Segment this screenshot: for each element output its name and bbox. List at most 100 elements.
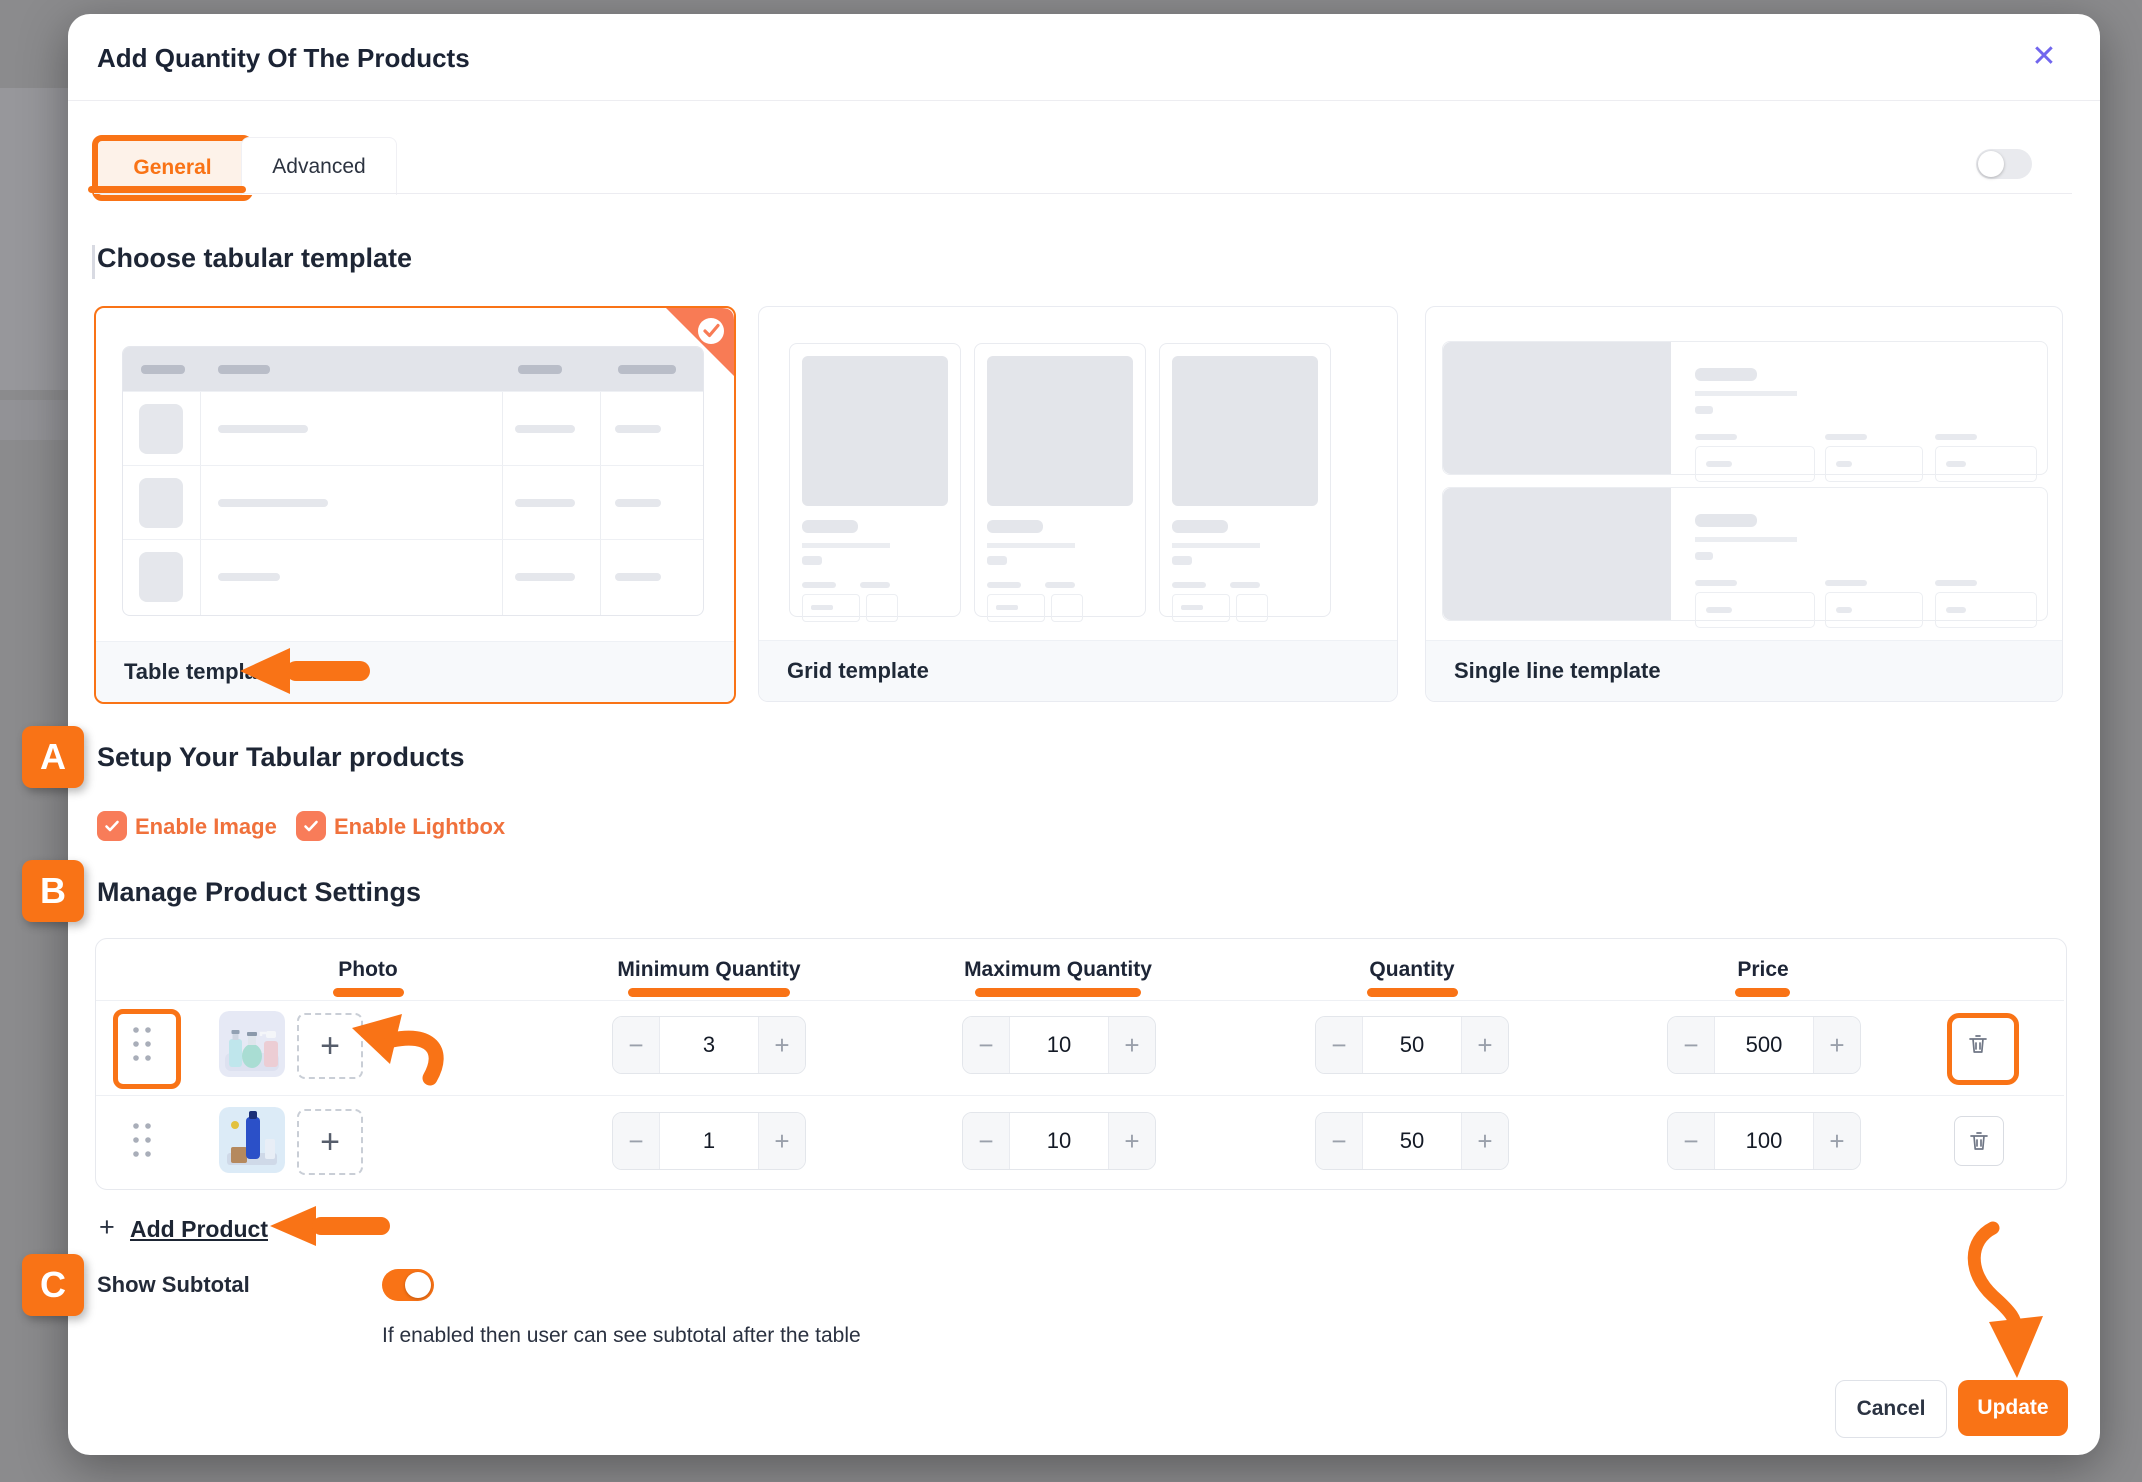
show-subtotal-label: Show Subtotal [97,1272,250,1298]
modal-title: Add Quantity Of The Products [97,43,470,74]
skeleton-bar [802,556,822,565]
stepper-plus-button[interactable]: + [1461,1017,1508,1073]
skeleton-bar [1695,434,1737,440]
update-button[interactable]: Update [1958,1380,2068,1436]
skeleton-bar [1695,514,1757,527]
annotation-underline-min-quantity [628,988,790,997]
stepper-value[interactable]: 50 [1363,1017,1461,1073]
check-icon [102,816,122,836]
product-image[interactable] [219,1011,285,1077]
skeleton-bar [218,573,280,581]
skeleton-row [123,539,703,614]
stepper-value[interactable]: 3 [660,1017,758,1073]
add-quantity-modal: Add Quantity Of The Products ✕ General A… [68,14,2100,1455]
skeleton-input [1825,592,1923,628]
skeleton-bar [1946,607,1966,613]
stepper-minus-button[interactable]: − [1316,1113,1363,1169]
skeleton-bar [1706,461,1732,467]
stepper-value[interactable]: 100 [1715,1113,1813,1169]
stepper-plus-button[interactable]: + [1813,1113,1860,1169]
annotation-badge-b: B [22,860,84,922]
skeleton-bar [1935,434,1977,440]
drag-handle-icon[interactable] [129,1121,155,1159]
template-card-single-line[interactable]: Single line template [1425,306,2063,702]
enable-image-label[interactable]: Enable Image [135,814,277,840]
add-product-plus-icon[interactable]: + [99,1212,115,1243]
stepper-plus-button[interactable]: + [758,1017,805,1073]
show-subtotal-toggle[interactable] [382,1269,434,1301]
stepper-plus-button[interactable]: + [1813,1017,1860,1073]
template-card-grid[interactable]: Grid template [758,306,1398,702]
min-quantity-stepper: − 3 + [612,1016,806,1074]
active-tab-underline [88,186,246,193]
delete-row-button[interactable] [1954,1020,2002,1068]
stepper-plus-button[interactable]: + [1108,1113,1155,1169]
stepper-value[interactable]: 50 [1363,1113,1461,1169]
skeleton-bar [1695,552,1713,560]
max-quantity-stepper: − 10 + [962,1016,1156,1074]
drag-handle-icon[interactable] [129,1025,155,1063]
stepper-plus-button[interactable]: + [1108,1017,1155,1073]
table-header-divider [96,1000,2064,1001]
cancel-button[interactable]: Cancel [1835,1380,1947,1438]
stepper-minus-button[interactable]: − [613,1113,660,1169]
skeleton-bar [802,582,836,588]
skeleton-row [123,465,703,540]
grid-preview-card [1159,343,1331,617]
skeleton-bar [987,582,1021,588]
annotation-underline-photo [333,988,404,997]
stepper-plus-button[interactable]: + [758,1113,805,1169]
add-product-link[interactable]: Add Product [130,1216,268,1243]
stepper-value[interactable]: 10 [1010,1017,1108,1073]
skeleton-bar [1172,556,1192,565]
skeleton-bar [615,425,661,433]
annotation-badge-c: C [22,1254,84,1316]
skeleton-bar [1695,406,1713,414]
skeleton-bar [1836,607,1852,613]
annotation-badge-a: A [22,726,84,788]
tab-advanced[interactable]: Advanced [241,137,397,195]
close-icon[interactable]: ✕ [2024,36,2064,76]
skeleton-bar [1825,434,1867,440]
table-template-preview [122,346,704,616]
stepper-value[interactable]: 1 [660,1113,758,1169]
stepper-minus-button[interactable]: − [613,1017,660,1073]
tab-general[interactable]: General [133,156,211,180]
template-card-table[interactable]: Table template [94,306,736,704]
annotation-arrow-add-photo [348,1012,463,1087]
skeleton-bar [1935,580,1977,586]
stepper-plus-button[interactable]: + [1461,1113,1508,1169]
product-image[interactable] [219,1107,285,1173]
stepper-minus-button[interactable]: − [1668,1017,1715,1073]
stepper-value[interactable]: 10 [1010,1113,1108,1169]
grid-preview-card [789,343,961,617]
annotation-arrow-update [1955,1220,2050,1382]
column-header-quantity: Quantity [1369,958,1454,982]
skeleton-bar [987,520,1043,533]
skeleton-bar [1836,461,1852,467]
delete-row-button[interactable] [1954,1116,2004,1166]
skeleton-bar [218,499,328,507]
stepper-minus-button[interactable]: − [1316,1017,1363,1073]
enable-lightbox-label[interactable]: Enable Lightbox [334,814,505,840]
single-line-preview-row [1442,341,2048,475]
skeleton-bar [987,556,1007,565]
skeleton-image [1443,342,1671,474]
skeleton-bar [1695,391,1797,396]
skeleton-bar [1172,543,1260,548]
price-stepper: − 500 + [1667,1016,1861,1074]
skeleton-bar [1706,607,1732,613]
stepper-minus-button[interactable]: − [963,1113,1010,1169]
skeleton-bar [141,365,185,374]
stepper-minus-button[interactable]: − [963,1017,1010,1073]
stepper-value[interactable]: 500 [1715,1017,1813,1073]
enable-image-checkbox[interactable] [97,811,127,841]
header-divider [68,100,2100,101]
skeleton-bar [518,365,562,374]
header-toggle[interactable] [1976,149,2032,179]
skeleton-bar [218,425,308,433]
add-photo-button[interactable]: + [297,1109,363,1175]
skeleton-input [802,594,860,622]
enable-lightbox-checkbox[interactable] [296,811,326,841]
stepper-minus-button[interactable]: − [1668,1113,1715,1169]
